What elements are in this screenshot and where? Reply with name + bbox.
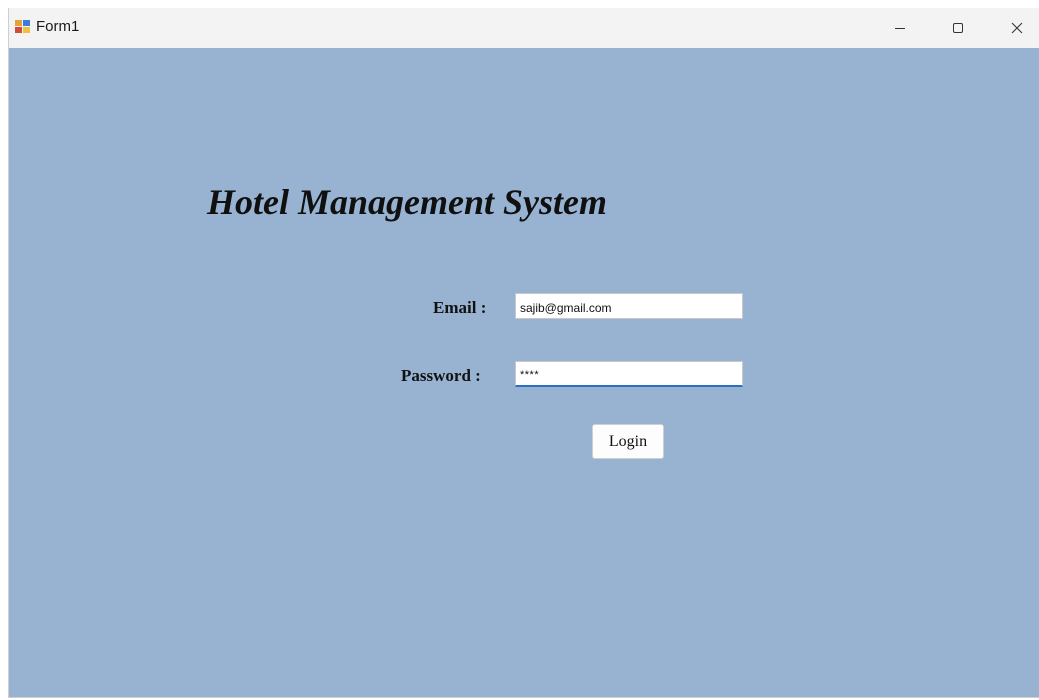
maximize-button[interactable] [935, 8, 981, 48]
page-title: Hotel Management System [207, 182, 607, 222]
login-form: Hotel Management System Email : Password… [9, 48, 1039, 697]
email-label: Email : [433, 298, 487, 317]
minimize-button[interactable] [877, 8, 923, 48]
login-button[interactable]: Login [592, 424, 664, 459]
title-bar[interactable]: Form1 [9, 8, 1039, 48]
maximize-icon [953, 23, 963, 33]
winforms-form-icon [15, 20, 31, 34]
close-icon [1011, 22, 1023, 34]
window-title: Form1 [36, 18, 80, 35]
email-field[interactable] [515, 293, 743, 319]
minimize-icon [895, 28, 905, 29]
app-window: Form1 Hotel Management System Email : Pa… [8, 8, 1039, 698]
password-field[interactable] [515, 361, 743, 387]
close-button[interactable] [994, 8, 1039, 48]
password-label: Password : [401, 366, 481, 385]
